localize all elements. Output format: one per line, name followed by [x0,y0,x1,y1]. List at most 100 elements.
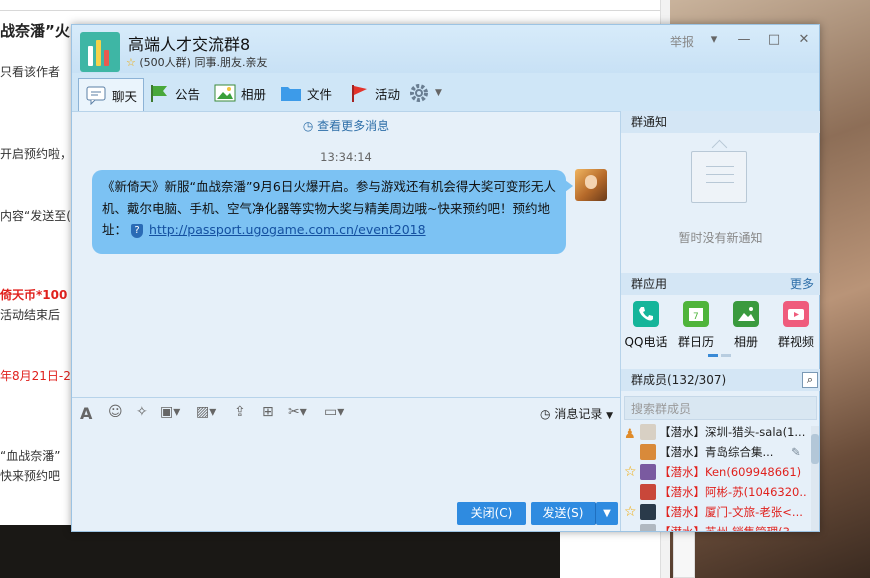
avatar [640,524,656,531]
member-search-input[interactable]: 搜索群成员 [624,396,817,420]
video-icon [783,301,809,327]
clock-icon: ◷ [540,407,551,421]
folder-icon [280,83,302,103]
upload-icon[interactable]: ⇪ [234,404,246,420]
close-window-button[interactable]: ✕ [794,32,814,47]
search-icon[interactable]: ⌕ [802,372,818,388]
article-text: “血战奈潘” [0,449,61,463]
avatar [640,464,656,480]
tab-activity[interactable]: 活动 [348,78,400,108]
message-area[interactable]: ◷ 查看更多消息 13:34:14 《新倚天》新服“血战奈潘”9月6日火爆开启。… [72,111,620,397]
sender-avatar[interactable] [575,169,607,201]
apps-pager[interactable] [708,354,732,357]
notice-empty-text: 暂时没有新通知 [678,231,763,245]
members-header: 群成员(132/307) ⌕ [621,369,820,391]
member-item[interactable]: 【潜水】苏州-销售管理(3 [621,522,807,531]
article-text: 开启预约啦， [0,147,73,161]
member-list-scrollbar[interactable] [811,426,819,531]
tab-label: 相册 [241,86,267,102]
group-name[interactable]: 高端人才交流群8 [128,31,250,55]
tab-chat[interactable]: 聊天 [78,78,145,111]
maximize-button[interactable]: □ [764,32,784,47]
message-history-button[interactable]: ◷ 消息记录 ▼ [540,405,613,422]
divider [0,10,660,11]
announcement-flag-icon [148,83,170,103]
group-info: ☆ (500人群) 同事.朋友.亲友 [126,54,267,70]
article-text: 活动结束后 [0,308,61,322]
send-button[interactable]: 发送(S) [531,502,596,525]
star-icon: ☆ [624,504,637,520]
screenshot-icon[interactable]: ▭▾ [324,404,344,420]
article-text-highlight: 年8月21日-2 [0,369,71,383]
avatar [640,484,656,500]
gear-icon [408,83,430,103]
group-avatar[interactable] [80,32,120,72]
chevron-down-icon: ▼ [603,508,611,519]
message-link[interactable]: http://passport.ugogame.com.cn/event2018 [149,222,426,237]
app-group-video[interactable]: 群视频 [774,301,818,350]
security-shield-icon: ? [131,223,144,238]
view-more-messages-link[interactable]: ◷ 查看更多消息 [72,117,620,134]
member-item[interactable]: ☆ 【潜水】Ken(609948661) [621,462,807,482]
message-bubble[interactable]: 《新倚天》新服“血战奈潘”9月6日火爆开启。参与游戏还有机会得大奖可变形无人机、… [92,170,573,254]
member-item[interactable]: ♟ 【潜水】深圳-猎头-sala(1... [621,422,807,442]
tab-label: 文件 [307,86,333,102]
magic-wand-icon[interactable]: ✧ [136,404,148,420]
tab-files[interactable]: 文件 [280,78,332,108]
app-qq-call[interactable]: QQ电话 [624,301,668,350]
apps-more-link[interactable]: 更多 [790,273,814,295]
send-options-dropdown[interactable]: ▼ [596,502,618,525]
photo-album-icon [733,301,759,327]
font-icon[interactable]: A [80,404,92,423]
star-icon: ☆ [624,464,637,480]
member-count: (500人群) [139,56,191,69]
avatar [640,504,656,520]
chevron-down-icon: ▼ [606,411,614,421]
avatar [640,424,656,440]
edit-icon[interactable]: ✎ [791,442,801,462]
apps-header: 群应用 更多 [621,273,820,295]
title-bar[interactable]: 高端人才交流群8 ☆ (500人群) 同事.朋友.亲友 举报 ▾ — □ ✕ [72,25,819,73]
member-item[interactable]: 【潜水】阿彬-苏(1046320... [621,482,807,502]
report-button[interactable]: 举报 [670,33,694,50]
group-tags: 同事.朋友.亲友 [194,56,268,69]
article-text: 快来预约吧 [0,469,61,483]
background-banner [0,525,560,578]
image-icon[interactable]: ▨▾ [196,404,216,420]
chevron-down-icon: ▼ [435,88,442,98]
minimize-button[interactable]: — [734,32,754,47]
tab-album[interactable]: 相册 [214,78,266,108]
game-icon[interactable]: ▣▾ [160,404,180,420]
tab-label: 聊天 [112,88,138,104]
phone-icon [633,301,659,327]
app-album[interactable]: 相册 [724,301,768,350]
tab-label: 活动 [375,86,401,102]
star-icon: ☆ [126,56,136,69]
owner-person-icon: ♟ [624,427,636,442]
gift-icon[interactable]: ⊞ [262,404,274,420]
close-button[interactable]: 关闭(C) [457,502,526,525]
photo-album-icon [214,83,236,103]
article-title: 战奈潘”火 [0,22,70,40]
app-group-calendar[interactable]: 7 群日历 [674,301,718,350]
emoji-icon[interactable]: ☺ [108,404,123,420]
settings-menu-button[interactable]: ▼ [408,78,442,108]
member-item[interactable]: 【潜水】青岛综合集... ✎ [621,442,807,462]
article-text-highlight: 倚天币*100（ [0,288,80,302]
scissors-icon[interactable]: ✂▾ [288,404,307,420]
notice-board-icon [691,151,747,203]
tab-label: 公告 [175,86,201,102]
input-toolbar: A ☺ ✧ ▣▾ ▨▾ ⇪ ⊞ ✂▾ ▭▾ ◷ 消息记录 ▼ [72,397,620,427]
menu-dropdown-icon[interactable]: ▾ [704,32,724,47]
chat-icon [85,85,107,106]
right-panel: 群通知 暂时没有新通知 群应用 更多 QQ电话 7 群日历 相册 群视频 群成员… [620,111,820,531]
calendar-icon: 7 [683,301,709,327]
view-author-only-link[interactable]: 只看该作者 [0,63,60,80]
clock-icon: ◷ [302,119,314,133]
group-chat-window: 高端人才交流群8 ☆ (500人群) 同事.朋友.亲友 举报 ▾ — □ ✕ 聊… [71,24,820,532]
scroll-to-top-button[interactable] [673,530,695,578]
tab-announcement[interactable]: 公告 [148,78,200,108]
svg-text:7: 7 [693,312,699,322]
notice-header: 群通知 [621,111,820,133]
member-item[interactable]: ☆ 【潜水】厦门-文旅-老张<... [621,502,807,522]
